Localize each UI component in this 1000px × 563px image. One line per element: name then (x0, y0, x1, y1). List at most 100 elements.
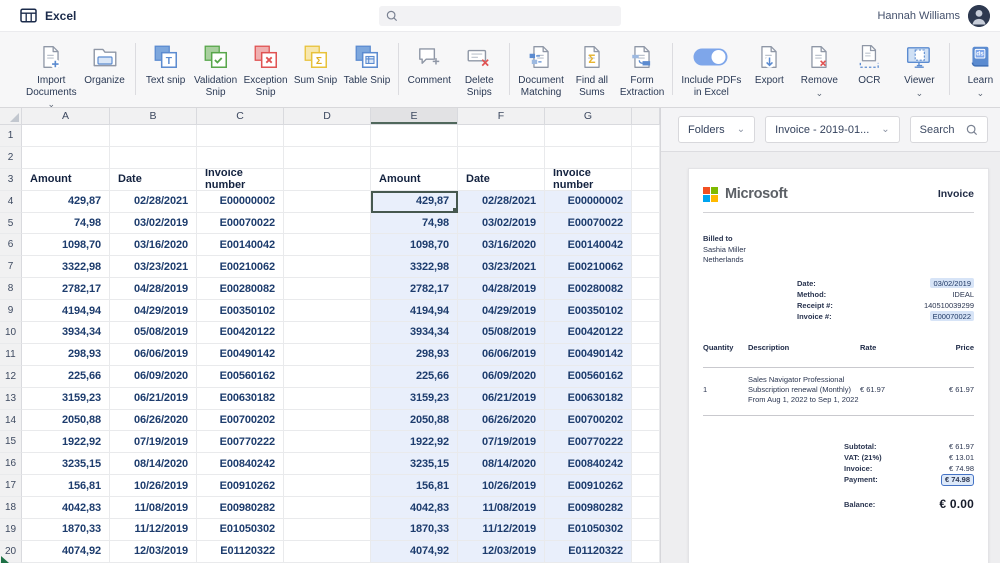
col-header-C[interactable]: C (197, 108, 284, 125)
row-header-7[interactable]: 7 (0, 256, 22, 278)
cell-G14[interactable]: E00700202 (545, 410, 632, 432)
cell-E11[interactable]: 298,93 (371, 344, 458, 366)
cell-B9[interactable]: 04/29/2019 (110, 300, 197, 322)
cell-A16[interactable]: 3235,15 (22, 453, 110, 475)
cell-F13[interactable]: 06/21/2019 (458, 388, 545, 410)
cell-A20[interactable]: 4074,92 (22, 541, 110, 563)
col-header-G[interactable]: G (545, 108, 632, 125)
cell-C4[interactable]: E00000002 (197, 191, 284, 213)
cell-G18[interactable]: E00980282 (545, 497, 632, 519)
ribbon-export-button[interactable]: Export (747, 42, 791, 98)
row-header-6[interactable]: 6 (0, 234, 22, 256)
cell-C16[interactable]: E00840242 (197, 453, 284, 475)
cell-G12[interactable]: E00560162 (545, 366, 632, 388)
cell-A9[interactable]: 4194,94 (22, 300, 110, 322)
col-header-D[interactable]: D (284, 108, 371, 125)
cell-F4[interactable]: 02/28/2021 (458, 191, 545, 213)
cell-G5[interactable]: E00070022 (545, 213, 632, 235)
cell-G10[interactable]: E00420122 (545, 322, 632, 344)
cell-B20[interactable]: 12/03/2019 (110, 541, 197, 563)
cell-D15[interactable] (284, 431, 371, 453)
ribbon-table-snip-button[interactable]: Table Snip (344, 42, 391, 98)
cell-D19[interactable] (284, 519, 371, 541)
cell-D3[interactable] (284, 169, 371, 191)
cell-E5[interactable]: 74,98 (371, 213, 458, 235)
cell-D18[interactable] (284, 497, 371, 519)
cell-E14[interactable]: 2050,88 (371, 410, 458, 432)
cell-D7[interactable] (284, 256, 371, 278)
cell-A12[interactable]: 225,66 (22, 366, 110, 388)
cell-A14[interactable]: 2050,88 (22, 410, 110, 432)
ribbon-include-pdfs-in-excel-button[interactable]: Include PDFsin Excel (681, 42, 741, 98)
row-header-19[interactable]: 19 (0, 519, 22, 541)
cell-F8[interactable]: 04/28/2019 (458, 278, 545, 300)
cell-E18[interactable]: 4042,83 (371, 497, 458, 519)
ribbon-ocr-button[interactable]: OCR (847, 42, 891, 98)
cell-F6[interactable]: 03/16/2020 (458, 234, 545, 256)
folders-dropdown[interactable]: Folders ⌄ (678, 116, 755, 143)
cell-G3[interactable]: Invoice number (545, 169, 632, 191)
cell-G1[interactable] (545, 125, 632, 147)
cell-B7[interactable]: 03/23/2021 (110, 256, 197, 278)
cell-C1[interactable] (197, 125, 284, 147)
cell-C18[interactable]: E00980282 (197, 497, 284, 519)
cell-G11[interactable]: E00490142 (545, 344, 632, 366)
cell-F10[interactable]: 05/08/2019 (458, 322, 545, 344)
row-header-18[interactable]: 18 (0, 497, 22, 519)
cell-G15[interactable]: E00770222 (545, 431, 632, 453)
row-header-12[interactable]: 12 (0, 366, 22, 388)
cell-E12[interactable]: 225,66 (371, 366, 458, 388)
cell-A7[interactable]: 3322,98 (22, 256, 110, 278)
cell-D14[interactable] (284, 410, 371, 432)
ribbon-learn-button[interactable]: dsLearn⌄ (958, 42, 1000, 97)
cell-E10[interactable]: 3934,34 (371, 322, 458, 344)
cell-B4[interactable]: 02/28/2021 (110, 191, 197, 213)
cell-A10[interactable]: 3934,34 (22, 322, 110, 344)
cell-B19[interactable]: 11/12/2019 (110, 519, 197, 541)
cell-A8[interactable]: 2782,17 (22, 278, 110, 300)
cell-B2[interactable] (110, 147, 197, 169)
ribbon-find-all-sums-button[interactable]: ΣFind allSums (570, 42, 614, 98)
cell-D5[interactable] (284, 213, 371, 235)
cell-A4[interactable]: 429,87 (22, 191, 110, 213)
ribbon-text-snip-button[interactable]: TText snip (144, 42, 188, 98)
cell-F11[interactable]: 06/06/2019 (458, 344, 545, 366)
row-header-8[interactable]: 8 (0, 278, 22, 300)
cell-C7[interactable]: E00210062 (197, 256, 284, 278)
avatar[interactable] (968, 5, 990, 27)
cell-C17[interactable]: E00910262 (197, 475, 284, 497)
cell-E15[interactable]: 1922,92 (371, 431, 458, 453)
row-header-14[interactable]: 14 (0, 410, 22, 432)
cell-C11[interactable]: E00490142 (197, 344, 284, 366)
cell-E7[interactable]: 3322,98 (371, 256, 458, 278)
panel-search-input[interactable]: Search (910, 116, 988, 143)
cell-D6[interactable] (284, 234, 371, 256)
cell-C12[interactable]: E00560162 (197, 366, 284, 388)
cell-E1[interactable] (371, 125, 458, 147)
cell-E16[interactable]: 3235,15 (371, 453, 458, 475)
cell-D1[interactable] (284, 125, 371, 147)
cell-E2[interactable] (371, 147, 458, 169)
row-header-2[interactable]: 2 (0, 147, 22, 169)
cell-F16[interactable]: 08/14/2020 (458, 453, 545, 475)
cell-A5[interactable]: 74,98 (22, 213, 110, 235)
ribbon-remove-button[interactable]: Remove⌄ (797, 42, 841, 98)
cell-G4[interactable]: E00000002 (545, 191, 632, 213)
cell-F15[interactable]: 07/19/2019 (458, 431, 545, 453)
row-header-5[interactable]: 5 (0, 213, 22, 235)
row-header-13[interactable]: 13 (0, 388, 22, 410)
cell-A19[interactable]: 1870,33 (22, 519, 110, 541)
ribbon-exception-snip-button[interactable]: ExceptionSnip (244, 42, 288, 98)
cell-F20[interactable]: 12/03/2019 (458, 541, 545, 563)
cell-F18[interactable]: 11/08/2019 (458, 497, 545, 519)
cell-G16[interactable]: E00840242 (545, 453, 632, 475)
cell-B3[interactable]: Date (110, 169, 197, 191)
cell-E13[interactable]: 3159,23 (371, 388, 458, 410)
cell-D2[interactable] (284, 147, 371, 169)
cell-B16[interactable]: 08/14/2020 (110, 453, 197, 475)
cell-F9[interactable]: 04/29/2019 (458, 300, 545, 322)
cell-E3[interactable]: Amount (371, 169, 458, 191)
global-search-input[interactable] (379, 6, 621, 26)
cell-E19[interactable]: 1870,33 (371, 519, 458, 541)
cell-E4[interactable]: 429,87 (371, 191, 458, 213)
